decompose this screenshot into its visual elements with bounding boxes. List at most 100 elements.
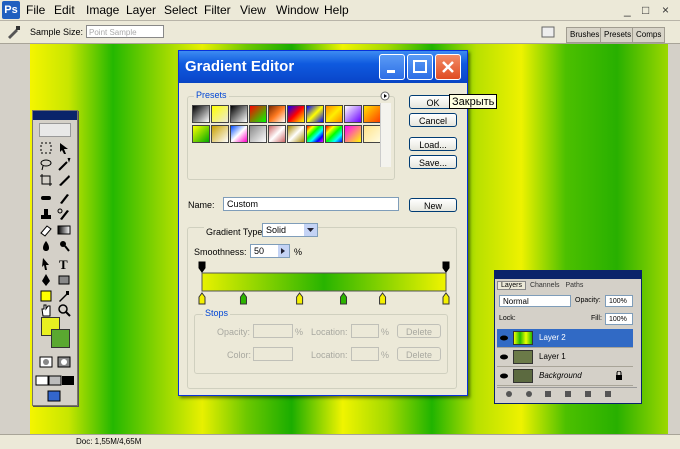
menu-window[interactable]: Window: [276, 3, 319, 17]
fill-field[interactable]: 100%: [605, 313, 633, 325]
layer-row-layer-2[interactable]: Layer 2: [497, 329, 633, 348]
dialog-minimize-button[interactable]: [379, 54, 405, 80]
sample-size-select[interactable]: Point Sample: [86, 25, 164, 38]
move-tool-icon[interactable]: [57, 141, 71, 155]
clone-stamp-tool-icon[interactable]: [39, 207, 53, 221]
presets-scrollbar[interactable]: [380, 103, 391, 167]
preset-swatch[interactable]: [325, 105, 343, 123]
color-location-field[interactable]: [351, 347, 379, 361]
screen-mode-standard-icon[interactable]: [35, 373, 49, 387]
dialog-close-button[interactable]: [435, 54, 461, 80]
screen-mode-full-icon[interactable]: [61, 373, 75, 387]
healing-brush-tool-icon[interactable]: [39, 191, 53, 205]
screen-mode-full-menu-icon[interactable]: [48, 373, 62, 387]
menu-filter[interactable]: Filter: [204, 3, 231, 17]
gradient-ramp-editor[interactable]: [196, 260, 452, 310]
preset-swatch[interactable]: [211, 125, 229, 143]
lasso-tool-icon[interactable]: [39, 157, 53, 171]
color-stop-icon[interactable]: [379, 292, 387, 305]
save-button[interactable]: Save...: [409, 155, 457, 169]
opacity-stop-icon[interactable]: [442, 261, 450, 273]
eye-icon[interactable]: [499, 352, 509, 362]
color-stop-icon[interactable]: [239, 292, 247, 305]
preset-swatch[interactable]: [230, 105, 248, 123]
toolbox-titlebar[interactable]: [33, 111, 77, 120]
menu-edit[interactable]: Edit: [54, 3, 75, 17]
opacity-delete-button[interactable]: Delete: [397, 324, 441, 338]
slice-tool-icon[interactable]: [57, 173, 71, 187]
preset-swatch[interactable]: [192, 125, 210, 143]
preset-swatch[interactable]: [344, 125, 362, 143]
zoom-tool-icon[interactable]: [57, 303, 71, 317]
preset-swatch[interactable]: [306, 125, 324, 143]
layers-footer-icons[interactable]: [497, 388, 637, 400]
marquee-tool-icon[interactable]: [39, 141, 53, 155]
eyedropper-tool-icon[interactable]: [57, 289, 71, 303]
quick-mask-mode-icon[interactable]: [57, 355, 71, 369]
history-brush-tool-icon[interactable]: [57, 207, 71, 221]
tab-channels[interactable]: Channels: [528, 282, 562, 289]
palette-icon[interactable]: [540, 24, 556, 40]
dialog-titlebar[interactable]: Gradient Editor: [179, 51, 467, 83]
standard-mode-icon[interactable]: [39, 355, 53, 369]
well-tab-brushes[interactable]: Brushes: [566, 27, 604, 43]
blend-mode-select[interactable]: Normal: [499, 295, 571, 307]
cancel-button[interactable]: Cancel: [409, 113, 457, 127]
background-color-swatch[interactable]: [51, 329, 70, 348]
layer-opacity-field[interactable]: 100%: [605, 295, 633, 307]
preset-swatch[interactable]: [192, 105, 210, 123]
opacity-stop-icon[interactable]: [198, 261, 206, 273]
opacity-location-field[interactable]: [351, 324, 379, 338]
tab-paths[interactable]: Paths: [564, 282, 586, 289]
smoothness-field[interactable]: 50: [250, 244, 290, 258]
well-tab-presets[interactable]: Presets: [600, 27, 636, 43]
notes-tool-icon[interactable]: [39, 289, 53, 303]
color-stop-icon[interactable]: [340, 292, 348, 305]
presets-menu-arrow-icon[interactable]: [380, 91, 390, 101]
crop-tool-icon[interactable]: [39, 173, 53, 187]
hand-tool-icon[interactable]: [39, 303, 53, 317]
menu-image[interactable]: Image: [86, 3, 119, 17]
eye-icon[interactable]: [499, 371, 509, 381]
new-button[interactable]: New: [409, 198, 457, 212]
blur-tool-icon[interactable]: [39, 239, 53, 253]
layer-row-background[interactable]: Background: [497, 367, 633, 386]
color-stop-icon[interactable]: [442, 292, 450, 305]
rectangle-tool-icon[interactable]: [57, 273, 71, 287]
dodge-tool-icon[interactable]: [57, 239, 71, 253]
dialog-maximize-button[interactable]: [407, 54, 433, 80]
gradient-bar[interactable]: [201, 272, 447, 292]
gradient-tool-icon[interactable]: [57, 223, 71, 237]
preset-swatch[interactable]: [287, 125, 305, 143]
gradient-type-select[interactable]: Solid: [262, 223, 318, 237]
layers-panel-titlebar[interactable]: [495, 271, 641, 279]
app-restore-button[interactable]: □: [642, 3, 649, 17]
pen-tool-icon[interactable]: [39, 273, 53, 287]
load-button[interactable]: Load...: [409, 137, 457, 151]
menu-file[interactable]: File: [26, 3, 45, 17]
preset-swatch[interactable]: [249, 105, 267, 123]
preset-swatch[interactable]: [344, 105, 362, 123]
preset-swatch[interactable]: [287, 105, 305, 123]
preset-swatch[interactable]: [306, 105, 324, 123]
well-tab-comps[interactable]: Comps: [632, 27, 666, 43]
opacity-field[interactable]: [253, 324, 293, 338]
tab-layers[interactable]: Layers: [497, 281, 527, 290]
preset-swatch[interactable]: [363, 105, 381, 123]
color-stop-icon[interactable]: [198, 292, 206, 305]
type-tool-icon[interactable]: T: [57, 257, 71, 272]
eyedropper-icon[interactable]: [6, 25, 24, 39]
menu-view[interactable]: View: [240, 3, 266, 17]
jump-to-imageready-icon[interactable]: [47, 389, 61, 403]
eye-icon[interactable]: [499, 333, 509, 343]
menu-layer[interactable]: Layer: [126, 3, 156, 17]
stop-color-field[interactable]: [253, 347, 293, 361]
preset-swatch[interactable]: [325, 125, 343, 143]
app-close-button[interactable]: ×: [662, 3, 669, 17]
layer-row-layer-1[interactable]: Layer 1: [497, 348, 633, 367]
eraser-tool-icon[interactable]: [39, 223, 53, 237]
app-minimize-button[interactable]: _: [624, 3, 631, 17]
color-delete-button[interactable]: Delete: [397, 347, 441, 361]
color-stop-icon[interactable]: [296, 292, 304, 305]
magic-wand-tool-icon[interactable]: [57, 157, 71, 171]
